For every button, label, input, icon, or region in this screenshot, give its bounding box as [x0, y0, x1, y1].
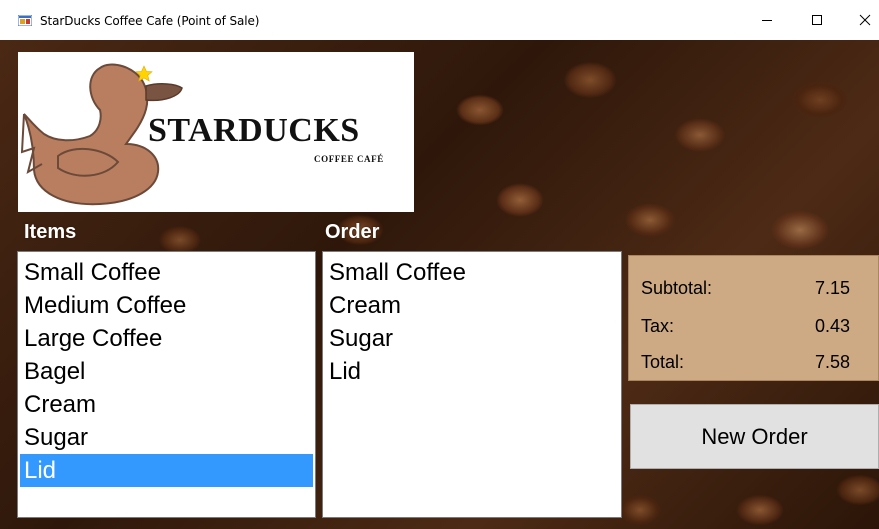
list-item-selected[interactable]: Lid — [20, 454, 313, 487]
maximize-icon — [812, 15, 822, 25]
new-order-button[interactable]: New Order — [630, 404, 879, 469]
maximize-button[interactable] — [794, 0, 840, 40]
starducks-logo: STARDUCKS COFFEE CAFÉ — [18, 52, 414, 212]
list-item[interactable]: Sugar — [20, 421, 313, 454]
list-item[interactable]: Cream — [20, 388, 313, 421]
order-item[interactable]: Cream — [325, 289, 619, 322]
close-button[interactable] — [842, 0, 879, 40]
order-item[interactable]: Small Coffee — [325, 256, 619, 289]
order-item[interactable]: Sugar — [325, 322, 619, 355]
list-item[interactable]: Small Coffee — [20, 256, 313, 289]
order-label: Order — [325, 221, 380, 243]
minimize-icon — [762, 20, 772, 21]
close-icon — [859, 14, 871, 26]
list-item[interactable]: Large Coffee — [20, 322, 313, 355]
tax-label: Tax: — [641, 316, 675, 336]
subtotal-value: 7.15 — [814, 278, 850, 298]
logo-tagline: COFFEE CAFÉ — [314, 154, 384, 164]
list-item[interactable]: Bagel — [20, 355, 313, 388]
total-label: Total: — [641, 352, 685, 372]
app-icon — [18, 15, 32, 26]
totals-panel: Subtotal: 7.15 Tax: 0.43 Total: 7.58 — [628, 255, 879, 381]
tax-value: 0.43 — [814, 316, 850, 336]
list-item[interactable]: Medium Coffee — [20, 289, 313, 322]
subtotal-label: Subtotal: — [641, 278, 713, 298]
window-title: StarDucks Coffee Cafe (Point of Sale) — [40, 14, 260, 28]
minimize-button[interactable] — [744, 0, 790, 40]
items-label: Items — [24, 221, 77, 243]
total-value: 7.58 — [814, 352, 850, 372]
app-window: StarDucks Coffee Cafe (Point of Sale) ST… — [0, 0, 879, 529]
order-item[interactable]: Lid — [325, 355, 619, 388]
order-listbox[interactable]: Small Coffee Cream Sugar Lid — [322, 251, 622, 518]
title-bar[interactable]: StarDucks Coffee Cafe (Point of Sale) — [0, 0, 879, 41]
items-listbox[interactable]: Small Coffee Medium Coffee Large Coffee … — [17, 251, 316, 518]
logo-title: STARDUCKS — [148, 112, 360, 149]
